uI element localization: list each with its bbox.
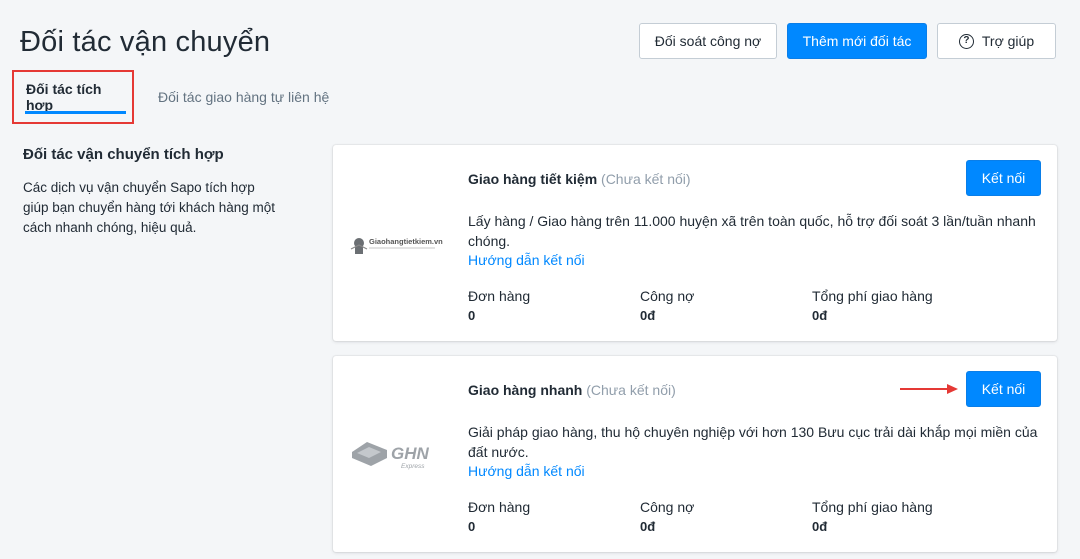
connect-button[interactable]: Kết nối	[966, 371, 1041, 407]
partner-description: Lấy hàng / Giao hàng trên 11.000 huyện x…	[468, 213, 1036, 249]
tab-label: Đối tác giao hàng tự liên hệ	[158, 89, 330, 105]
partner-title: Giao hàng nhanh (Chưa kết nối)	[468, 382, 676, 398]
connection-guide-link[interactable]: Hướng dẫn kết nối	[468, 252, 585, 268]
ghn-logo: GHN Express	[352, 442, 430, 470]
help-button-label: Trợ giúp	[981, 33, 1035, 49]
tab-self-contact-partners[interactable]: Đối tác giao hàng tự liên hệ	[134, 70, 329, 124]
stat-debt: Công nợ 0đ	[640, 499, 694, 534]
ghn-logo-subtext: Express	[401, 463, 425, 470]
stat-orders: Đơn hàng 0	[468, 499, 530, 534]
stat-value: 0đ	[812, 519, 828, 534]
stat-orders: Đơn hàng 0	[468, 288, 530, 323]
active-tab-indicator	[25, 111, 126, 114]
stat-shipping-fee: Tổng phí giao hàng 0đ	[812, 288, 933, 323]
partner-tabs: Đối tác tích hợp Đối tác giao hàng tự li…	[12, 70, 329, 124]
stat-shipping-fee: Tổng phí giao hàng 0đ	[812, 499, 933, 534]
partner-status: (Chưa kết nối)	[601, 171, 691, 187]
add-partner-button[interactable]: Thêm mới đối tác	[787, 23, 927, 59]
connect-button[interactable]: Kết nối	[966, 160, 1041, 196]
stat-value: 0đ	[640, 519, 656, 534]
help-icon: ?	[958, 33, 974, 49]
partner-name: Giao hàng nhanh	[468, 382, 583, 398]
partner-title: Giao hàng tiết kiệm (Chưa kết nối)	[468, 171, 691, 187]
tab-label: Đối tác tích hợp	[26, 81, 102, 113]
section-description: Các dịch vụ vận chuyển Sapo tích hợp giú…	[23, 180, 276, 235]
header-actions: Đối soát công nợ Thêm mới đối tác ? Trợ …	[639, 23, 1056, 59]
ghn-logo-text: GHN	[391, 444, 430, 463]
stat-label: Tổng phí giao hàng	[812, 288, 933, 304]
stat-value: 0đ	[812, 308, 828, 323]
connection-guide-link[interactable]: Hướng dẫn kết nối	[468, 463, 585, 479]
stat-label: Tổng phí giao hàng	[812, 499, 933, 515]
stat-label: Đơn hàng	[468, 499, 531, 515]
stat-value: 0	[468, 519, 476, 534]
stat-label: Công nợ	[640, 288, 695, 304]
stat-label: Công nợ	[640, 499, 695, 515]
ghtk-logo-text: Giaohangtietkiem.vn	[369, 237, 443, 246]
ghtk-logo: Giaohangtietkiem.vn	[350, 237, 443, 254]
help-button[interactable]: ? Trợ giúp	[937, 23, 1056, 59]
arrow-right-icon	[900, 384, 958, 394]
reconcile-debt-button[interactable]: Đối soát công nợ	[639, 23, 777, 59]
stat-value: 0	[468, 308, 476, 323]
page-title: Đối tác vận chuyển	[20, 26, 271, 58]
stat-label: Đơn hàng	[468, 288, 531, 304]
tab-integrated-partners[interactable]: Đối tác tích hợp	[12, 70, 134, 124]
partner-status: (Chưa kết nối)	[586, 382, 676, 398]
partner-card-ghtk: Giaohangtietkiem.vn Giao hàng tiết kiệm …	[333, 145, 1057, 341]
stat-debt: Công nợ 0đ	[640, 288, 694, 323]
partner-name: Giao hàng tiết kiệm	[468, 171, 598, 187]
section-title: Đối tác vận chuyển tích hợp	[23, 146, 224, 163]
stat-value: 0đ	[640, 308, 656, 323]
partner-description: Giải pháp giao hàng, thu hộ chuyên nghiệ…	[468, 424, 1038, 460]
